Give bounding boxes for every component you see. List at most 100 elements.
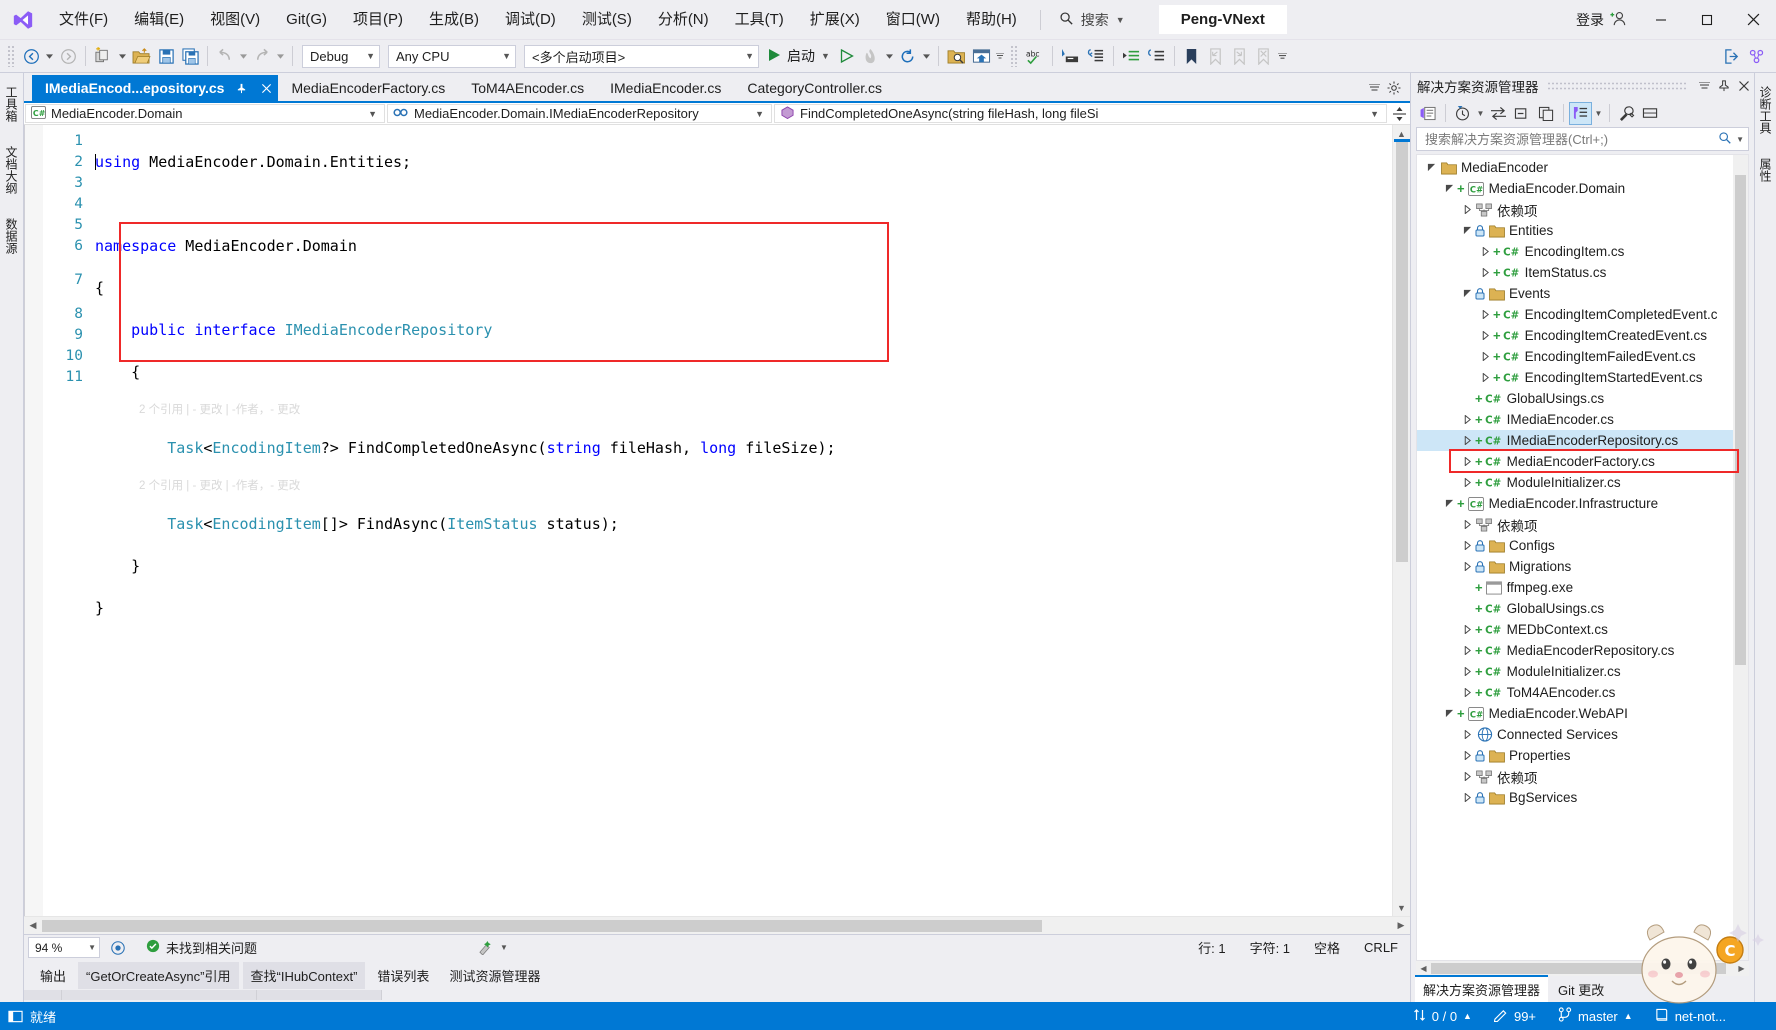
tree-node[interactable]: BgServices <box>1417 787 1748 808</box>
tree-node[interactable]: + C# EncodingItemCompletedEvent.c <box>1417 304 1748 325</box>
expander-closed-icon[interactable] <box>1459 682 1475 703</box>
properties-caret-icon[interactable]: ▼ <box>1593 102 1604 125</box>
expander-closed-icon[interactable] <box>1459 472 1475 493</box>
expander-closed-icon[interactable] <box>1459 199 1475 220</box>
expander-closed-icon[interactable] <box>1459 745 1475 766</box>
configuration-combo[interactable]: Debug ▼ <box>302 44 380 68</box>
breakpoint-gutter[interactable] <box>25 125 43 916</box>
git-branch-status[interactable]: master ▲ <box>1547 1002 1644 1030</box>
next-bookmark-icon[interactable] <box>1228 44 1252 68</box>
increase-indent-icon[interactable] <box>1119 44 1144 68</box>
toggle-bookmark-icon[interactable] <box>1180 44 1204 68</box>
tree-node[interactable]: + C# MediaEncoderFactory.cs <box>1417 451 1748 472</box>
tree-node[interactable]: + C# IMediaEncoder.cs <box>1417 409 1748 430</box>
rail-tab-document-outline[interactable]: 文档大纲 <box>0 139 23 201</box>
rail-tab-properties[interactable]: 属性 <box>1754 151 1776 189</box>
save-icon[interactable] <box>154 44 178 68</box>
show-all-files-icon[interactable] <box>1535 102 1558 125</box>
sign-in-button[interactable]: 登录 <box>1566 9 1638 31</box>
nav-project-combo[interactable]: C# MediaEncoder.Domain ▼ <box>25 104 385 123</box>
navigate-backward-icon[interactable] <box>19 44 43 68</box>
panel-drag-grip[interactable] <box>1546 81 1686 91</box>
expander-closed-icon[interactable] <box>1459 556 1475 577</box>
decrease-indent-icon[interactable] <box>1144 44 1169 68</box>
rail-tab-data-sources[interactable]: 数据源 <box>0 211 23 261</box>
editor-tab-mediaencoderfactory[interactable]: MediaEncoderFactory.cs <box>278 75 459 101</box>
menu-view[interactable]: 视图(V) <box>197 6 273 34</box>
tree-node[interactable]: + C# EncodingItemStartedEvent.cs <box>1417 367 1748 388</box>
pin-icon[interactable] <box>233 80 249 96</box>
tree-node[interactable]: 依赖项 <box>1417 199 1748 220</box>
redo-caret-icon[interactable] <box>274 44 287 68</box>
source-control-updown[interactable]: 0 / 0 ▲ <box>1402 1002 1483 1030</box>
navigate-forward-icon[interactable] <box>56 44 80 68</box>
toolbar-grip[interactable] <box>7 45 16 67</box>
hot-reload-icon[interactable] <box>859 44 883 68</box>
close-panel-icon[interactable] <box>1734 75 1754 97</box>
editor-vertical-scrollbar[interactable]: ▲ ▼ <box>1392 125 1410 916</box>
scroll-left-icon[interactable]: ◀ <box>1416 964 1431 973</box>
expander-open-icon[interactable] <box>1441 178 1457 199</box>
toolbar-overflow-icon[interactable] <box>1276 44 1289 68</box>
code-editor[interactable]: 1 2 3 4 5 6 7 8 9 10 11 using MediaEncod… <box>24 125 1410 916</box>
tree-node[interactable]: Migrations <box>1417 556 1748 577</box>
uncomment-selection-icon[interactable] <box>1083 44 1108 68</box>
tree-node[interactable]: + C# EncodingItemCreatedEvent.cs <box>1417 325 1748 346</box>
hscroll-thumb[interactable] <box>1431 963 1726 974</box>
tree-node[interactable]: + C# ToM4AEncoder.cs <box>1417 682 1748 703</box>
expander-closed-icon[interactable] <box>1459 514 1475 535</box>
expander-open-icon[interactable] <box>1423 157 1439 178</box>
tool-tab-find-ihubcontext[interactable]: 查找“IHubContext” <box>242 961 366 989</box>
expander-closed-icon[interactable] <box>1459 661 1475 682</box>
footer-tab-git-changes[interactable]: Git 更改 <box>1550 977 1612 1002</box>
code-cleanup-button[interactable]: ▼ <box>467 940 518 955</box>
scroll-down-icon[interactable]: ▼ <box>1393 899 1411 916</box>
scroll-right-icon[interactable]: ▶ <box>1392 917 1410 935</box>
tree-node[interactable]: MediaEncoder <box>1417 157 1748 178</box>
nav-type-combo[interactable]: MediaEncoder.Domain.IMediaEncoderReposit… <box>387 104 772 123</box>
tree-node[interactable]: + C# GlobalUsings.cs <box>1417 598 1748 619</box>
tree-node[interactable]: + C# ItemStatus.cs <box>1417 262 1748 283</box>
menu-window[interactable]: 窗口(W) <box>873 6 953 34</box>
expander-open-icon[interactable] <box>1441 703 1457 724</box>
search-options-caret-icon[interactable]: ▼ <box>1732 135 1744 144</box>
codelens-references[interactable]: 2 个引用 | - 更改 | -作者，- 更改 <box>95 404 1392 417</box>
scroll-thumb[interactable] <box>1396 142 1408 562</box>
menu-test[interactable]: 测试(S) <box>569 6 645 34</box>
editor-tab-imediaencoderrepository[interactable]: IMediaEncod...epository.cs <box>32 75 279 101</box>
menu-extensions[interactable]: 扩展(X) <box>797 6 873 34</box>
pin-panel-icon[interactable] <box>1714 75 1734 97</box>
minimize-button[interactable] <box>1638 0 1684 40</box>
previous-bookmark-icon[interactable] <box>1204 44 1228 68</box>
menu-help[interactable]: 帮助(H) <box>953 6 1030 34</box>
intellisense-status-icon[interactable] <box>100 940 136 956</box>
hscroll-thumb[interactable] <box>42 919 1042 932</box>
notifications-icon[interactable] <box>0 1009 30 1024</box>
rail-tab-toolbox[interactable]: 工具箱 <box>0 79 23 129</box>
menu-project[interactable]: 项目(P) <box>340 6 416 34</box>
share-icon[interactable] <box>1720 44 1744 68</box>
expander-closed-icon[interactable] <box>1459 640 1475 661</box>
line-ending-indicator[interactable]: CRLF <box>1352 940 1410 955</box>
search-input[interactable] <box>1423 130 1719 148</box>
tree-node[interactable]: + C# IMediaEncoderRepository.cs <box>1417 430 1748 451</box>
hot-reload-caret-icon[interactable] <box>883 44 896 68</box>
repository-status[interactable]: net-not... <box>1644 1002 1776 1030</box>
tool-tab-test-explorer[interactable]: 测试资源管理器 <box>441 962 548 989</box>
live-share-caret-icon[interactable] <box>994 44 1007 68</box>
collapse-all-icon[interactable] <box>1511 102 1534 125</box>
tool-tab-error-list[interactable]: 错误列表 <box>369 962 437 989</box>
error-list-status[interactable]: 99+ <box>1483 1002 1547 1030</box>
tree-node[interactable]: + C# ModuleInitializer.cs <box>1417 661 1748 682</box>
editor-tab-categorycontroller[interactable]: CategoryController.cs <box>734 75 896 101</box>
editor-settings-gear-icon[interactable] <box>1384 77 1404 99</box>
expander-closed-icon[interactable] <box>1459 724 1475 745</box>
preview-selected-items-icon[interactable] <box>1639 102 1662 125</box>
expander-open-icon[interactable] <box>1459 283 1475 304</box>
zoom-combo[interactable]: 94 % ▼ <box>28 937 100 958</box>
expander-closed-icon[interactable] <box>1459 766 1475 787</box>
close-button[interactable] <box>1730 0 1776 40</box>
hscroll-track[interactable] <box>42 917 1392 935</box>
tool-tab-output[interactable]: 输出 <box>32 962 74 989</box>
expander-closed-icon[interactable] <box>1477 367 1493 388</box>
